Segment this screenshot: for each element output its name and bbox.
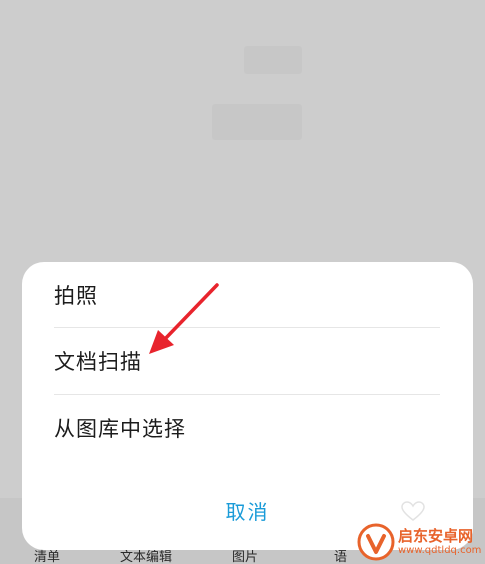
background-content-block [212, 104, 302, 140]
heart-icon [401, 501, 425, 521]
document-scan-option[interactable]: 文档扫描 [54, 328, 440, 394]
watermark-title: 启东安卓网 [398, 526, 474, 545]
watermark-url: www.qdtldq.com [398, 544, 482, 556]
choose-from-gallery-option[interactable]: 从图库中选择 [54, 395, 440, 461]
background-content-block [244, 46, 302, 74]
screen: 清单 文本编辑 图片 语 拍照 文档扫描 从图库中选择 取消 启东安卓网 www… [0, 0, 485, 564]
watermark: 启东安卓网 www.qdtldq.com [356, 520, 485, 564]
take-photo-option[interactable]: 拍照 [54, 262, 440, 328]
watermark-logo-icon [357, 523, 395, 561]
